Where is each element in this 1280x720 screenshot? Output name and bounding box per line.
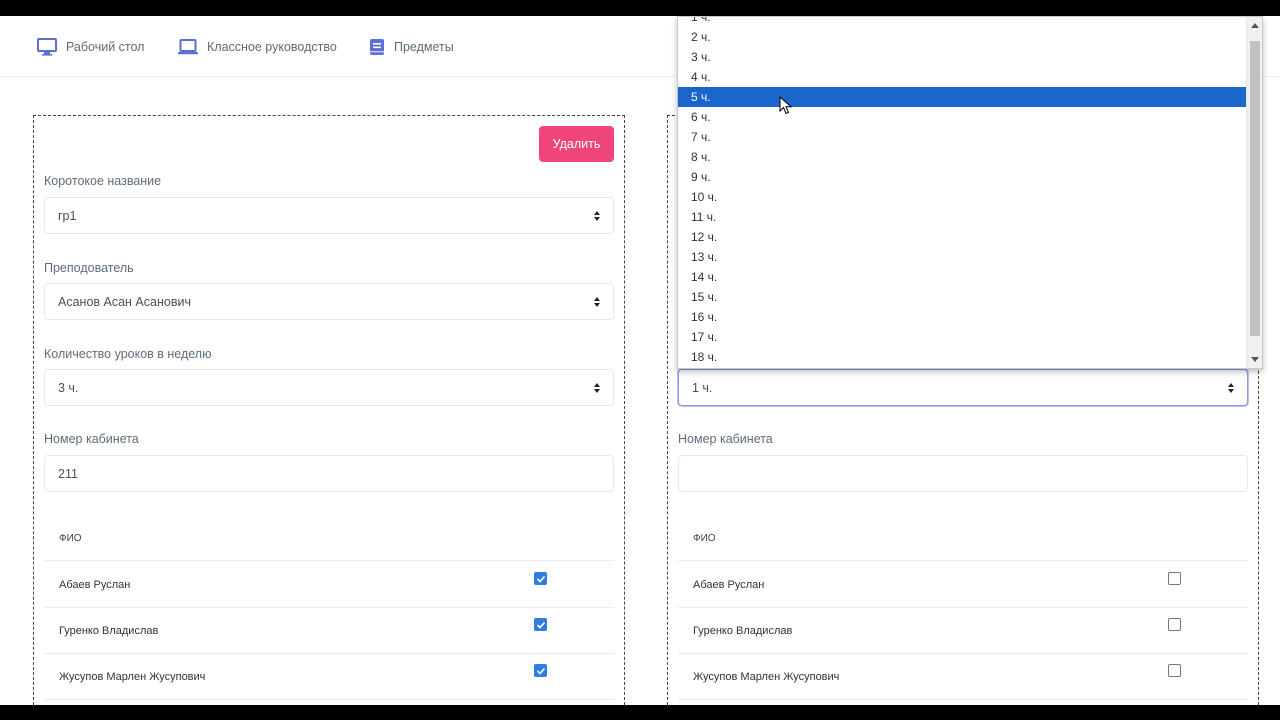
dropdown-option[interactable]: 14 ч.	[678, 267, 1247, 287]
teacher-value: Асанов Асан Асанович	[58, 294, 191, 309]
table-row: Жусупов Марлен Жусупович	[678, 654, 1248, 700]
scroll-down-arrow-icon[interactable]	[1251, 357, 1259, 362]
room-number-label: Номер кабинета	[44, 432, 139, 446]
dropdown-option[interactable]: 11 ч.	[678, 207, 1247, 227]
select-caret-icon	[594, 383, 600, 393]
scroll-up-arrow-icon[interactable]	[1251, 23, 1259, 28]
check-icon	[536, 621, 546, 629]
dropdown-option[interactable]: 7 ч.	[678, 127, 1247, 147]
nav-item-desktop[interactable]: Рабочий стол	[37, 16, 144, 77]
table-row: Гуренко Владислав	[678, 608, 1248, 654]
dropdown-option[interactable]: 9 ч.	[678, 167, 1247, 187]
student-name: Гуренко Владислав	[693, 624, 793, 637]
table-row: Жусупов Марлен Жусупович	[44, 654, 614, 700]
lessons-per-week-label: Количество уроков в неделю	[44, 347, 212, 361]
nav-item-subjects[interactable]: Предметы	[369, 16, 454, 77]
student-name: Абаев Руслан	[693, 578, 765, 591]
student-name: Абаев Руслан	[59, 578, 131, 591]
book-icon	[369, 38, 385, 56]
table-header-fio: ФИО	[44, 516, 614, 561]
dropdown-option[interactable]: 10 ч.	[678, 187, 1247, 207]
student-name: Жусупов Марлен Жусупович	[693, 670, 840, 683]
lessons-per-week-select[interactable]: 3 ч.	[44, 369, 614, 406]
student-checkbox[interactable]	[1168, 618, 1181, 631]
delete-button[interactable]: Удалить	[539, 126, 614, 162]
dropdown-scrollbar[interactable]	[1246, 17, 1262, 368]
dropdown-option[interactable]: 18 ч.	[678, 347, 1247, 367]
teacher-select[interactable]: Асанов Асан Асанович	[44, 283, 614, 320]
dropdown-option[interactable]: 13 ч.	[678, 247, 1247, 267]
group-card-left: Удалить Коротокое название гр1 Преподова…	[33, 115, 625, 705]
select-caret-icon	[594, 297, 600, 307]
student-name: Жусупов Марлен Жусупович	[59, 670, 206, 683]
lessons-dropdown-list: 1 ч. 2 ч. 3 ч. 4 ч. 5 ч. 6 ч. 7 ч. 8 ч. …	[677, 16, 1263, 369]
nav-item-label: Предметы	[394, 39, 454, 54]
dropdown-option[interactable]: 16 ч.	[678, 307, 1247, 327]
dropdown-option[interactable]: 12 ч.	[678, 227, 1247, 247]
student-checkbox[interactable]	[534, 664, 547, 677]
app-viewport: Рабочий стол Классное руководство Предме…	[0, 16, 1280, 705]
column-header-fio: ФИО	[693, 532, 716, 544]
select-caret-icon	[1228, 383, 1234, 393]
teacher-label: Преподователь	[44, 261, 134, 275]
table-row: Гуренко Владислав	[44, 608, 614, 654]
mouse-cursor-icon	[779, 96, 793, 115]
dropdown-option[interactable]: 3 ч.	[678, 47, 1247, 67]
student-checkbox[interactable]	[534, 572, 547, 585]
monitor-icon	[37, 37, 57, 56]
short-name-label: Коротокое название	[44, 174, 162, 188]
laptop-icon	[178, 38, 198, 56]
table-header-fio: ФИО	[678, 516, 1248, 561]
lessons-per-week-value: 1 ч.	[692, 380, 713, 395]
short-name-select[interactable]: гр1	[44, 197, 614, 234]
nav-item-label: Классное руководство	[207, 39, 337, 54]
table-row: Абаев Руслан	[44, 562, 614, 608]
lessons-per-week-value: 3 ч.	[58, 380, 79, 395]
scrollbar-thumb[interactable]	[1250, 41, 1260, 336]
dropdown-option[interactable]: 6 ч.	[678, 107, 1247, 127]
student-checkbox[interactable]	[1168, 664, 1181, 677]
room-number-input[interactable]: 211	[44, 455, 614, 492]
select-caret-icon	[594, 211, 600, 221]
dropdown-option[interactable]: 2 ч.	[678, 27, 1247, 47]
lessons-per-week-select[interactable]: 1 ч.	[678, 369, 1248, 406]
room-number-label: Номер кабинета	[678, 432, 773, 446]
column-header-fio: ФИО	[59, 532, 82, 544]
dropdown-option[interactable]: 1 ч.	[678, 17, 1247, 27]
room-number-input[interactable]	[678, 455, 1248, 492]
dropdown-option-highlighted[interactable]: 5 ч.	[678, 87, 1247, 107]
dropdown-option[interactable]: 17 ч.	[678, 327, 1247, 347]
short-name-value: гр1	[58, 208, 77, 223]
check-icon	[536, 667, 546, 675]
room-number-value: 211	[58, 466, 78, 481]
dropdown-option[interactable]: 8 ч.	[678, 147, 1247, 167]
dropdown-option[interactable]: 15 ч.	[678, 287, 1247, 307]
check-icon	[536, 575, 546, 583]
dropdown-option[interactable]: 4 ч.	[678, 67, 1247, 87]
student-checkbox[interactable]	[534, 618, 547, 631]
student-checkbox[interactable]	[1168, 572, 1181, 585]
nav-item-label: Рабочий стол	[66, 39, 145, 54]
table-row: Абаев Руслан	[678, 562, 1248, 608]
student-name: Гуренко Владислав	[59, 624, 159, 637]
nav-item-class-management[interactable]: Классное руководство	[178, 16, 337, 77]
